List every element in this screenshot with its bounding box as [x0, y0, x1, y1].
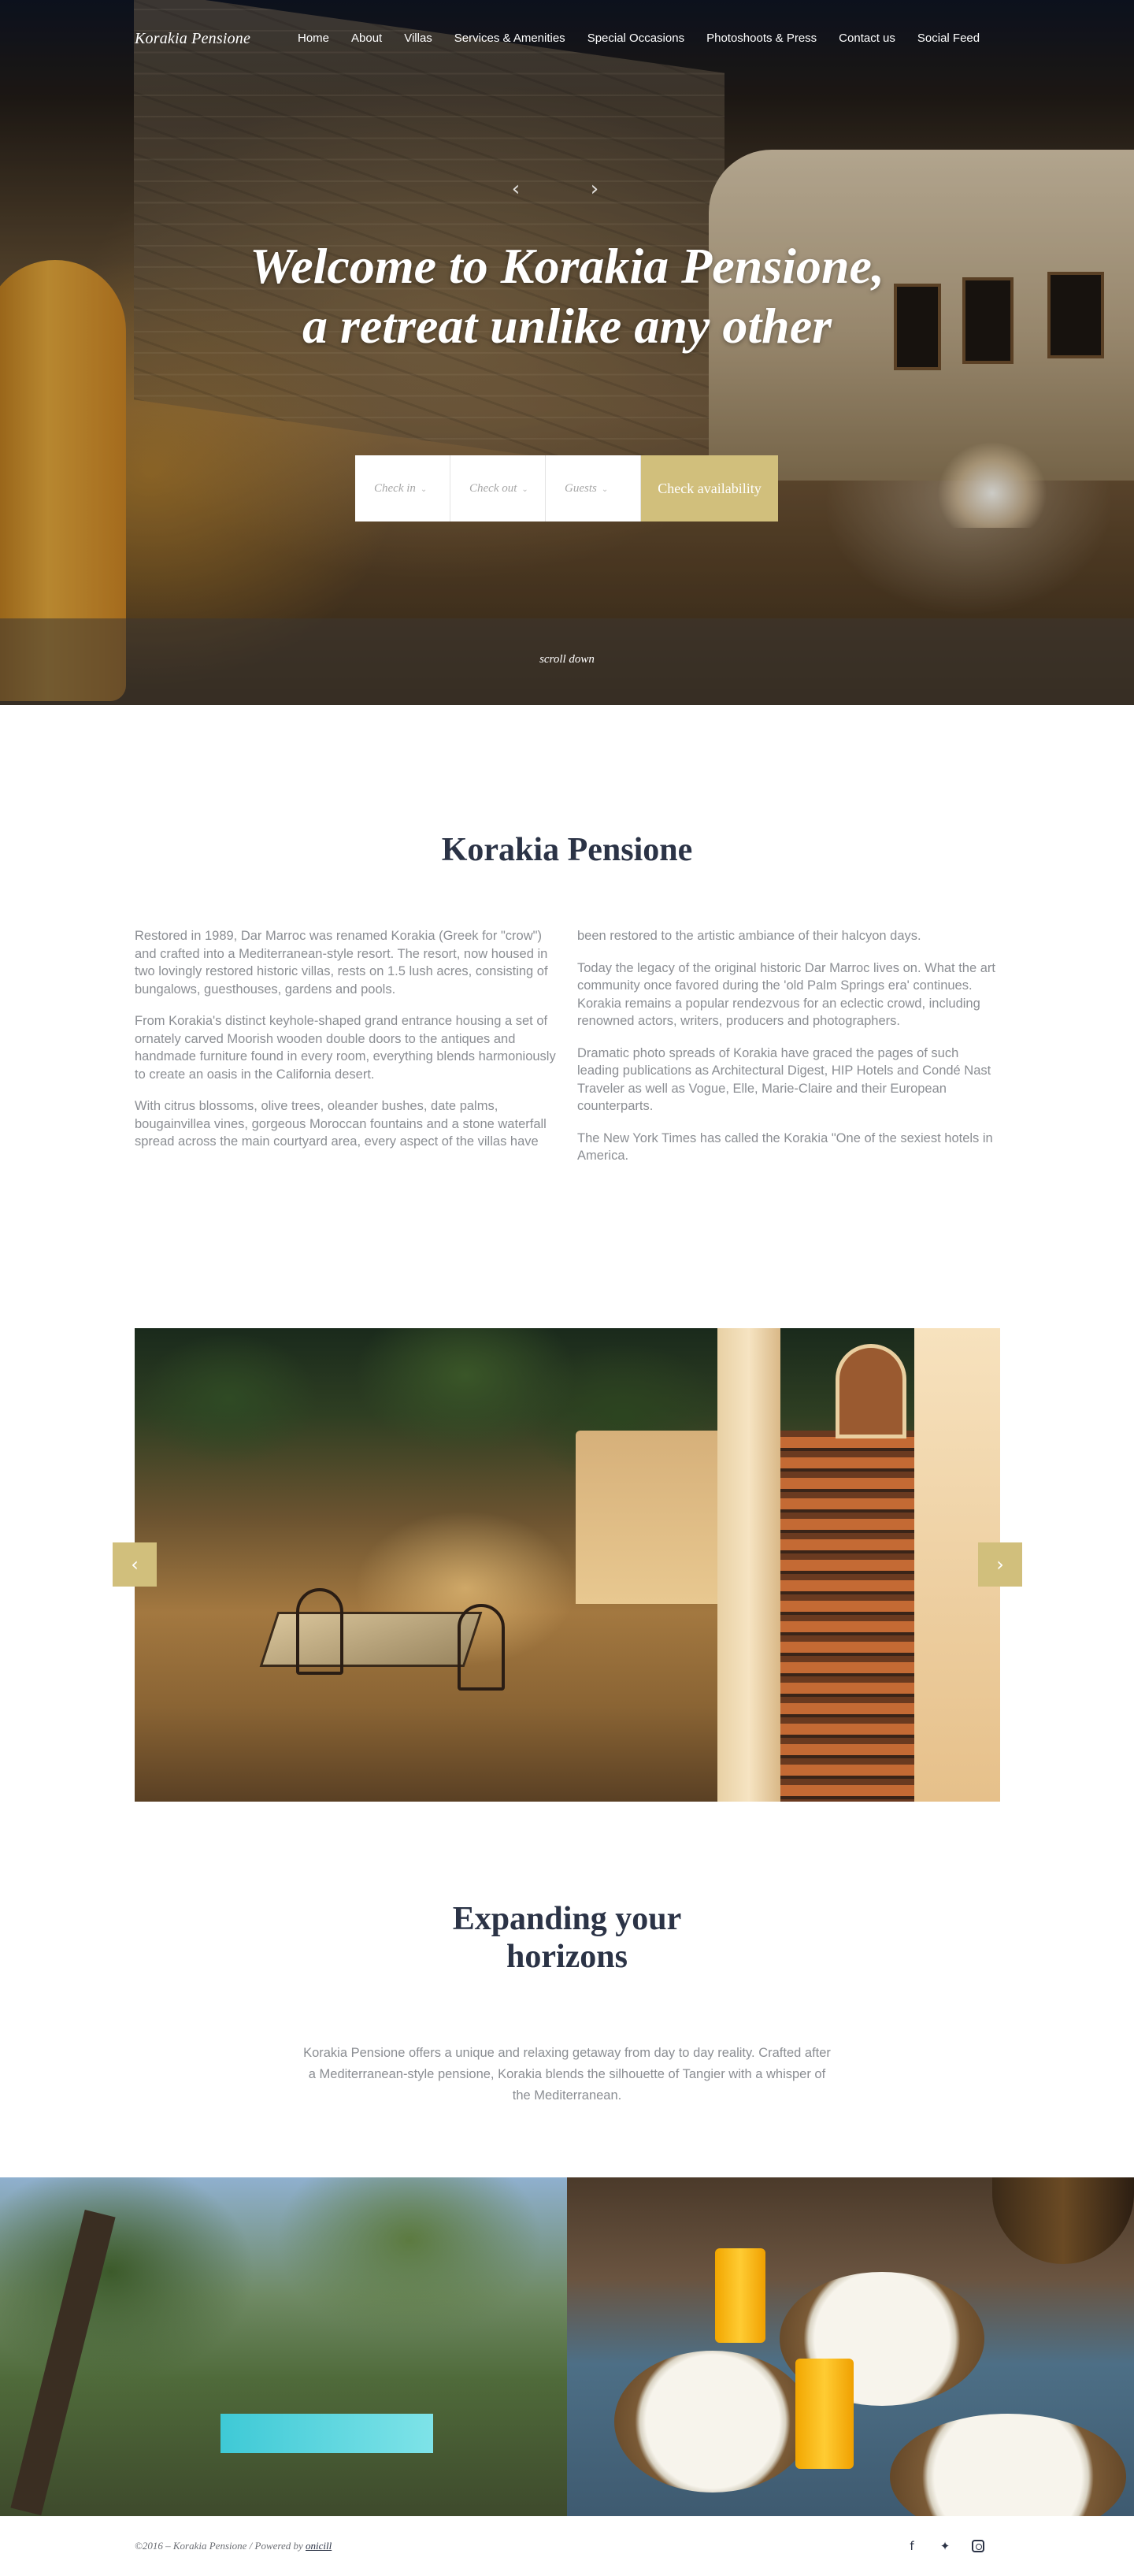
expanding-title: Expanding your horizons	[0, 1900, 1134, 1976]
footer: ©2016 – Korakia Pensione / Powered by on…	[0, 2516, 1134, 2576]
about-text-right: been restored to the artistic ambiance o…	[577, 927, 1002, 1179]
copyright-text: ©2016 – Korakia Pensione / Powered by on…	[135, 2540, 332, 2552]
instagram-icon[interactable]	[972, 2540, 984, 2552]
chevron-down-icon: ⌄	[521, 485, 528, 494]
about-title: Korakia Pensione	[441, 832, 693, 868]
chevron-right-icon[interactable]: ›	[583, 173, 606, 205]
iron-chair-image	[296, 1588, 343, 1675]
juice-glass-image	[795, 2359, 854, 2469]
chevron-down-icon: ⌄	[601, 485, 609, 494]
hero-section: Korakia Pensione Home About Villas Servi…	[0, 0, 1134, 705]
chevron-left-icon[interactable]: ‹	[504, 173, 528, 205]
facebook-icon[interactable]: f	[902, 2537, 921, 2556]
gallery-next-button[interactable]: ›	[978, 1542, 1022, 1587]
arched-door-image	[836, 1344, 906, 1438]
chevron-left-icon: ‹	[131, 1553, 139, 1576]
check-availability-button[interactable]: Check availability	[641, 455, 778, 522]
expanding-text: Korakia Pensione offers a unique and rel…	[303, 2046, 831, 2103]
about-paragraph: The New York Times has called the Koraki…	[577, 1130, 993, 1164]
gallery-prev-button[interactable]: ‹	[113, 1542, 157, 1587]
guests-label: Guests	[565, 482, 597, 495]
copyright-prefix: ©2016 – Korakia Pensione / Powered by	[135, 2540, 303, 2552]
nav-item-about[interactable]: About	[351, 32, 382, 45]
pool-garden-image	[0, 2177, 567, 2516]
nav-item-photoshoots[interactable]: Photoshoots & Press	[706, 32, 817, 45]
check-out-select[interactable]: Check out ⌄	[450, 455, 546, 522]
chevron-down-icon: ⌄	[420, 485, 428, 494]
plate-image	[614, 2351, 811, 2492]
pool-water-image	[220, 2414, 433, 2453]
check-out-label: Check out	[469, 482, 517, 495]
nav-item-home[interactable]: Home	[298, 32, 329, 45]
teapot-image	[992, 2177, 1134, 2264]
nav-item-special-occasions[interactable]: Special Occasions	[587, 32, 684, 45]
about-text-left: Restored in 1989, Dar Marroc was renamed…	[135, 927, 560, 1165]
juice-glass-image	[715, 2248, 765, 2343]
courtyard-gallery-image	[135, 1328, 1000, 1802]
booking-form: Check in ⌄ Check out ⌄ Guests ⌄ Check avail…	[355, 455, 778, 522]
nav-item-contact[interactable]: Contact us	[839, 32, 895, 45]
hero-slider-controls: ‹ ›	[504, 173, 606, 205]
social-links: f ✦	[902, 2537, 999, 2556]
nav-item-villas[interactable]: Villas	[404, 32, 432, 45]
iron-chair-image	[458, 1604, 505, 1691]
tree-trunk-image	[10, 2209, 116, 2516]
scroll-down-band[interactable]: scroll down	[0, 618, 1134, 705]
scroll-down-label: scroll down	[539, 653, 595, 666]
check-in-select[interactable]: Check in ⌄	[355, 455, 450, 522]
nav-item-services[interactable]: Services & Amenities	[454, 32, 565, 45]
plate-image	[890, 2414, 1126, 2516]
nav-item-social-feed[interactable]: Social Feed	[917, 32, 980, 45]
main-menu: Home About Villas Services & Amenities S…	[298, 32, 1002, 45]
breakfast-image	[567, 2177, 1134, 2516]
about-paragraph: Today the legacy of the original histori…	[577, 960, 995, 1029]
check-in-label: Check in	[374, 482, 416, 495]
site-logo[interactable]: Korakia Pensione	[135, 30, 250, 48]
twitter-icon[interactable]: ✦	[936, 2537, 954, 2556]
about-paragraph: From Korakia's distinct keyhole-shaped g…	[135, 1014, 556, 1082]
about-paragraph: Dramatic photo spreads of Korakia have g…	[577, 1045, 991, 1114]
hero-title: Welcome to Korakia Pensione, a retreat u…	[0, 236, 1134, 356]
mosaic-table-image	[259, 1612, 483, 1667]
about-paragraph: Restored in 1989, Dar Marroc was renamed…	[135, 929, 548, 997]
expanding-title-line2: horizons	[506, 1939, 628, 1975]
expanding-title-line1: Expanding your	[452, 1901, 682, 1937]
hero-title-line1: Welcome to Korakia Pensione,	[250, 238, 884, 294]
powered-by-link[interactable]: onicill	[306, 2540, 332, 2552]
hero-title-line2: a retreat unlike any other	[302, 298, 832, 354]
about-paragraph: been restored to the artistic ambiance o…	[577, 929, 921, 943]
chevron-right-icon: ›	[996, 1553, 1004, 1576]
about-paragraph: With citrus blossoms, olive trees, olean…	[135, 1099, 547, 1149]
guests-select[interactable]: Guests ⌄	[546, 455, 641, 522]
courtyard-building-image	[576, 1431, 733, 1604]
column-image	[717, 1328, 780, 1802]
navbar: Korakia Pensione Home About Villas Servi…	[0, 0, 1134, 79]
